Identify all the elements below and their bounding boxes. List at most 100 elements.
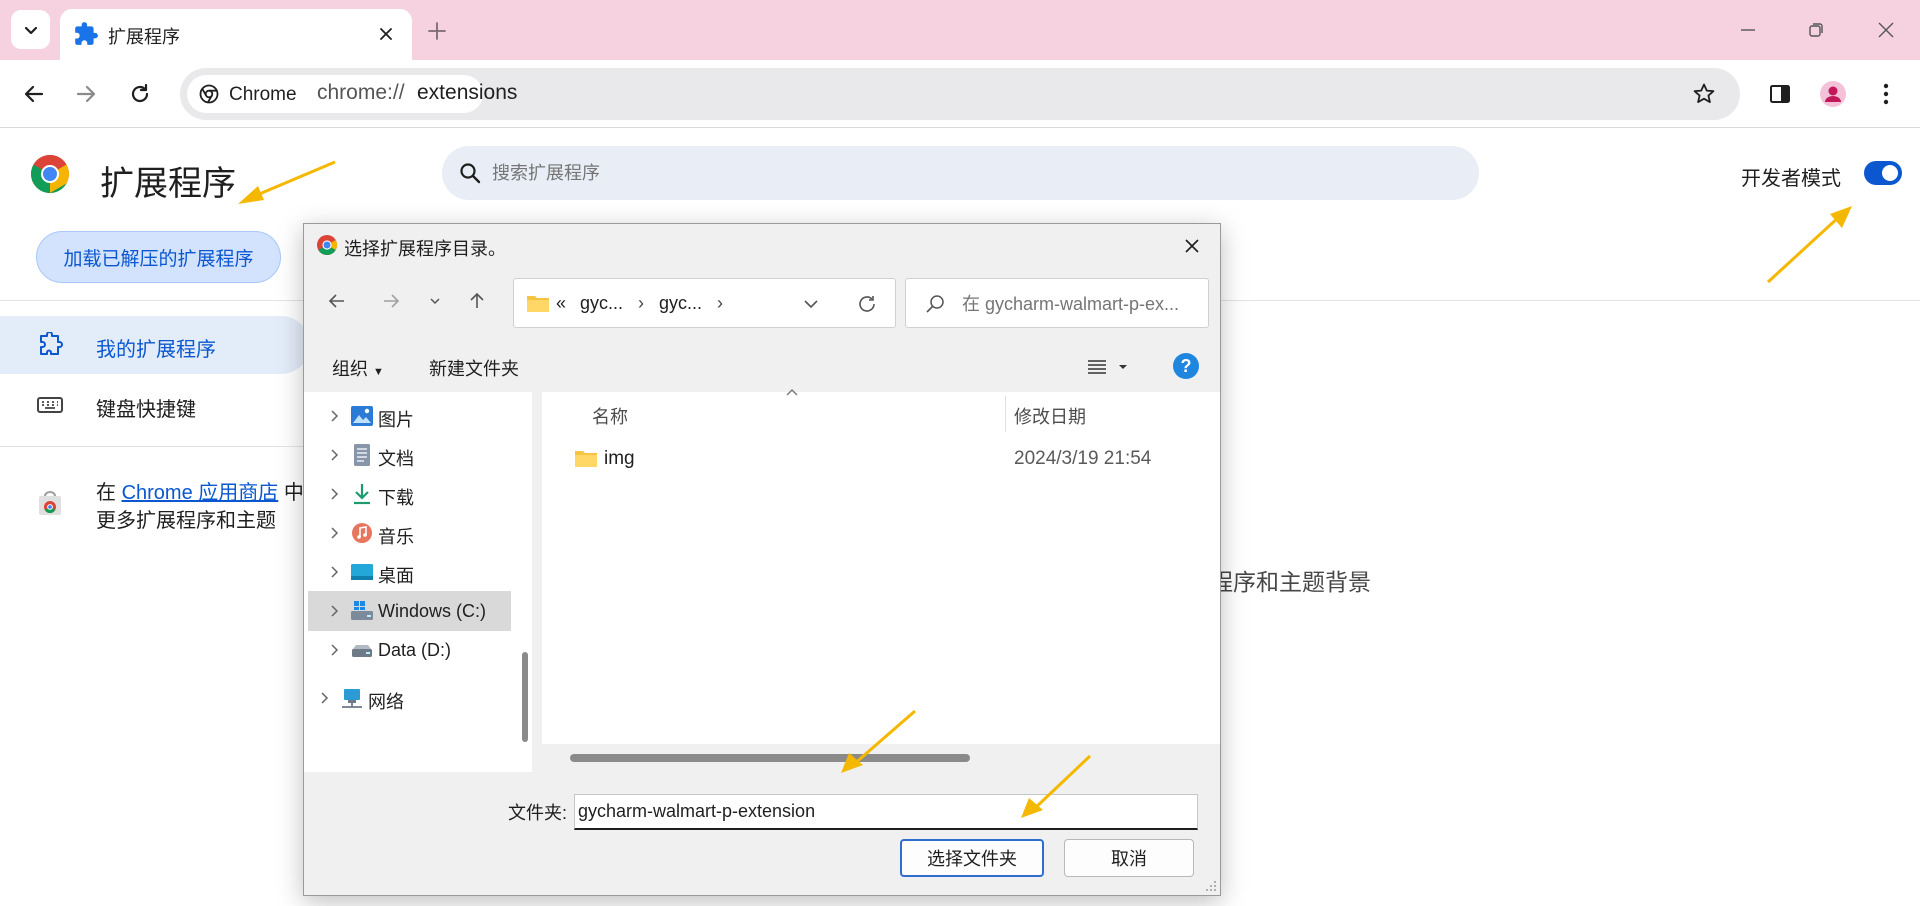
path-breadcrumb[interactable]: « gyc... › gyc... › (513, 278, 896, 328)
column-divider[interactable] (1005, 396, 1006, 432)
organize-label: 组织 (332, 359, 368, 379)
scrollbar-thumb[interactable] (570, 754, 970, 762)
tree-item-selected[interactable]: Windows (C:) (308, 591, 511, 631)
downloads-icon (354, 484, 370, 505)
close-tab-icon[interactable] (373, 21, 399, 47)
url-scheme: chrome:// (317, 81, 405, 104)
tree-item[interactable]: 下载 (308, 474, 511, 514)
puzzle-icon (75, 22, 98, 45)
tree-item[interactable]: Data (D:) (308, 630, 511, 670)
dialog-close-icon[interactable] (1174, 230, 1210, 262)
profile-avatar-icon[interactable] (1813, 74, 1853, 114)
tree-item[interactable]: 桌面 (308, 552, 511, 592)
column-header-modified[interactable]: 修改日期 (1014, 403, 1086, 443)
list-view-icon (1088, 360, 1106, 374)
navigation-tree: 图片 文档 下载 音乐 桌面 Windows (C:) Data (D:) 网络 (304, 392, 516, 772)
folder-name-input[interactable] (574, 794, 1198, 830)
forward-icon[interactable] (66, 74, 106, 114)
tab-search-button[interactable] (11, 10, 50, 49)
reload-icon[interactable] (120, 74, 160, 114)
breadcrumb-separator[interactable]: › (717, 293, 723, 314)
chevron-right-icon[interactable] (326, 564, 342, 580)
extensions-search[interactable] (442, 146, 1479, 200)
horizontal-scrollbar[interactable] (542, 744, 1220, 772)
tree-item[interactable]: 图片 (308, 396, 511, 436)
side-panel-icon[interactable] (1760, 74, 1800, 114)
chevron-right-icon[interactable] (326, 408, 342, 424)
tab-title: 扩展程序 (108, 27, 180, 47)
tree-item-label: Data (D:) (378, 640, 452, 660)
folder-icon (527, 296, 549, 312)
breadcrumb-separator[interactable]: › (638, 293, 644, 314)
tab-extensions[interactable]: 扩展程序 (60, 9, 412, 60)
chevron-right-icon[interactable] (326, 447, 342, 463)
network-icon (342, 689, 362, 708)
up-folder-icon[interactable] (460, 284, 494, 318)
chevron-right-icon[interactable] (326, 486, 342, 502)
caret-down-icon: ▼ (373, 366, 384, 378)
chip-label: Chrome (229, 84, 297, 105)
minimize-icon[interactable] (1726, 10, 1770, 50)
column-header-name[interactable]: 名称 (592, 403, 628, 443)
sidebar-item-label: 我的扩展程序 (96, 339, 216, 361)
search-input[interactable] (492, 158, 1392, 188)
refresh-icon[interactable] (854, 291, 880, 317)
dialog-title-bar[interactable]: 选择扩展程序目录。 (304, 224, 1220, 266)
command-bar: 组织 ▼ 新建文件夹 ? (304, 342, 1220, 392)
sidebar-item-keyboard-shortcuts[interactable]: 键盘快捷键 (0, 376, 310, 434)
restore-icon[interactable] (1794, 10, 1838, 50)
cancel-button[interactable]: 取消 (1064, 839, 1194, 877)
help-icon[interactable]: ? (1173, 353, 1199, 379)
tree-item-label: 音乐 (378, 527, 414, 547)
developer-mode-label: 开发者模式 (1741, 168, 1841, 190)
web-store-link[interactable]: Chrome 应用商店 (122, 482, 279, 504)
windows-drive-icon (351, 601, 373, 620)
tree-item[interactable]: 音乐 (308, 513, 511, 553)
chrome-logo-icon (31, 155, 69, 193)
address-bar[interactable]: Chrome chrome:// extensions (180, 68, 1740, 120)
store-prefix: 在 (96, 482, 122, 504)
breadcrumb-item[interactable]: gyc... (580, 293, 623, 314)
new-tab-icon[interactable] (422, 16, 452, 46)
select-folder-button[interactable]: 选择文件夹 (900, 839, 1044, 877)
back-icon[interactable] (14, 74, 54, 114)
tree-item-label: 图片 (378, 410, 414, 430)
dialog-search[interactable] (905, 278, 1209, 328)
recent-locations-icon[interactable] (418, 284, 452, 318)
load-unpacked-button[interactable]: 加载已解压的扩展程序 (36, 231, 281, 283)
scrollbar-thumb[interactable] (522, 652, 528, 742)
developer-mode-toggle[interactable] (1864, 161, 1902, 185)
search-icon (460, 163, 481, 184)
keyboard-icon (37, 397, 63, 413)
chevron-right-icon[interactable] (326, 525, 342, 541)
tree-item[interactable]: 网络 (304, 678, 501, 718)
tree-item[interactable]: 文档 (308, 435, 511, 475)
folder-icon (575, 451, 597, 467)
bookmark-star-icon[interactable] (1688, 78, 1720, 110)
extension-icon (40, 332, 63, 355)
chevron-right-icon[interactable] (326, 642, 342, 658)
menu-kebab-icon[interactable] (1866, 74, 1906, 114)
close-window-icon[interactable] (1864, 10, 1908, 50)
chevron-right-icon[interactable] (326, 603, 342, 619)
sidebar-item-my-extensions[interactable]: 我的扩展程序 (0, 316, 310, 374)
breadcrumb-overflow[interactable]: « (556, 293, 566, 314)
organize-menu[interactable]: 组织 ▼ (332, 355, 384, 381)
dialog-forward-icon[interactable] (374, 284, 408, 318)
breadcrumb-item[interactable]: gyc... (659, 293, 702, 314)
resize-grip-icon[interactable] (1204, 879, 1218, 893)
dialog-back-icon[interactable] (320, 284, 354, 318)
select-folder-dialog: 选择扩展程序目录。 « gyc... › gyc... › 组织 ▼ 新建文件夹 (303, 223, 1221, 896)
view-options[interactable] (1086, 354, 1132, 380)
new-folder-button[interactable]: 新建文件夹 (429, 355, 519, 381)
pictures-icon (351, 406, 373, 426)
caret-down-icon (1119, 365, 1127, 369)
music-icon (352, 523, 372, 543)
file-row[interactable]: img 2024/3/19 21:54 (542, 440, 1220, 476)
dialog-search-input[interactable] (962, 292, 1202, 316)
chevron-right-icon[interactable] (316, 690, 332, 706)
sort-ascending-icon[interactable] (784, 386, 800, 398)
path-history-dropdown-icon[interactable] (798, 291, 824, 317)
chevron-down-icon (24, 26, 37, 34)
tree-scrollbar[interactable] (516, 392, 532, 772)
